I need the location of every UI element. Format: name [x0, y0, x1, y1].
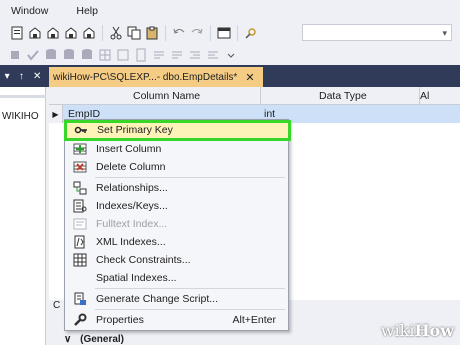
chevron-down-icon[interactable]: ∨ [64, 334, 71, 345]
redo-icon[interactable] [189, 25, 205, 41]
database-icon[interactable] [61, 47, 77, 63]
pin-dropdown-icon[interactable]: ▾ [5, 71, 10, 82]
new-query-icon[interactable] [9, 25, 25, 41]
menu-item-properties[interactable]: Properties Alt+Enter [65, 311, 288, 329]
dmx-query-icon[interactable] [45, 25, 61, 41]
dax-query-icon[interactable] [81, 25, 97, 41]
close-icon[interactable]: ✕ [245, 71, 254, 84]
highlight-box [64, 120, 291, 141]
toolbar-separator [102, 25, 103, 41]
general-section[interactable]: ∨ (General) [64, 334, 124, 345]
insert-column-icon [73, 142, 87, 156]
relationships-icon [73, 181, 87, 195]
menu-item-label: Insert Column [96, 143, 162, 155]
menu-item-fulltext-index: Fulltext Index... [65, 215, 288, 233]
menu-item-insert-column[interactable]: Insert Column [65, 140, 288, 158]
xml-icon [73, 235, 87, 249]
header-data-type: Data Type [319, 90, 367, 102]
copy-icon[interactable] [126, 25, 142, 41]
undo-icon[interactable] [171, 25, 187, 41]
tab-emp-details[interactable]: wikiHow-PC\SQLEXP...- dbo.EmpDetails* ✕ [49, 67, 263, 87]
database-icon[interactable] [43, 47, 59, 63]
header-allow-nulls: Al [420, 90, 430, 102]
toolbar-secondary [0, 44, 460, 65]
menu-item-delete-column[interactable]: Delete Column [65, 158, 288, 176]
object-explorer-panel: WIKIHO [0, 87, 46, 345]
toolbar-separator [165, 25, 166, 41]
comment-icon[interactable] [151, 47, 167, 63]
wikihow-watermark: wikiHow [380, 321, 454, 340]
outdent-icon[interactable] [205, 47, 221, 63]
toolbar-separator [210, 25, 211, 41]
solution-config-dropdown[interactable]: ▾ [302, 24, 452, 41]
column-properties-tab[interactable]: C [53, 300, 60, 311]
panel-toolbar [0, 95, 46, 98]
menu-item-label: Fulltext Index... [96, 218, 168, 230]
menu-item-check-constraints[interactable]: Check Constraints... [65, 251, 288, 269]
menu-window[interactable]: Window [0, 0, 56, 22]
menu-item-label: Delete Column [96, 161, 166, 173]
toolbar-overflow-icon[interactable] [223, 47, 239, 63]
menu-help[interactable]: Help [56, 0, 106, 22]
fulltext-icon [73, 217, 87, 231]
general-section-label: (General) [80, 334, 125, 345]
database-icon[interactable] [79, 47, 95, 63]
find-icon[interactable] [243, 25, 259, 41]
indent-icon[interactable] [187, 47, 203, 63]
menu-item-shortcut: Alt+Enter [232, 314, 276, 326]
object-explorer-header: ▾ ↑ ✕ [0, 65, 46, 87]
file-icon[interactable] [133, 47, 149, 63]
menu-item-label: Spatial Indexes... [96, 272, 177, 284]
uncomment-icon[interactable] [169, 47, 185, 63]
stop-icon[interactable] [7, 47, 23, 63]
xmla-query-icon[interactable] [63, 25, 79, 41]
grid-header: Column Name Data Type Al [49, 87, 460, 105]
menu-item-label: Check Constraints... [96, 254, 191, 266]
window-icon[interactable] [216, 25, 232, 41]
toolbar-separator [237, 25, 238, 41]
menu-item-xml-indexes[interactable]: XML Indexes... [65, 233, 288, 251]
menu-item-label: Generate Change Script... [96, 293, 218, 305]
chevron-down-icon: ▾ [442, 28, 447, 38]
menu-separator [95, 288, 285, 289]
menu-separator [95, 309, 285, 310]
check-icon[interactable] [25, 47, 41, 63]
indexes-icon [73, 199, 87, 213]
close-icon[interactable]: ✕ [33, 71, 41, 82]
menu-item-relationships[interactable]: Relationships... [65, 179, 288, 197]
server-node[interactable]: WIKIHO [2, 111, 39, 122]
menu-item-label: Relationships... [96, 182, 168, 194]
grid-icon[interactable] [97, 47, 113, 63]
row-selector-arrow-icon[interactable]: ▶ [49, 105, 63, 123]
menu-item-label: Indexes/Keys... [96, 200, 168, 212]
menu-item-generate-change-script[interactable]: Generate Change Script... [65, 290, 288, 308]
menu-bar: Window Help [0, 0, 460, 22]
check-icon [73, 253, 87, 267]
mdx-query-icon[interactable] [27, 25, 43, 41]
delete-column-icon [73, 160, 87, 174]
paste-icon[interactable] [144, 25, 160, 41]
menu-item-spatial-indexes[interactable]: Spatial Indexes... [65, 269, 288, 287]
menu-item-label: Properties [96, 314, 144, 326]
text-icon[interactable] [115, 47, 131, 63]
context-menu: Set Primary Key Insert Column Delete Col… [64, 119, 289, 331]
menu-item-label: XML Indexes... [96, 236, 166, 248]
wrench-icon [73, 313, 87, 327]
menu-separator [95, 177, 285, 178]
header-column-name: Column Name [133, 90, 201, 102]
menu-item-indexes-keys[interactable]: Indexes/Keys... [65, 197, 288, 215]
tab-title: wikiHow-PC\SQLEXP...- dbo.EmpDetails* [53, 71, 238, 83]
script-icon [73, 292, 87, 306]
auto-hide-icon[interactable]: ↑ [19, 71, 24, 82]
cut-icon[interactable] [108, 25, 124, 41]
